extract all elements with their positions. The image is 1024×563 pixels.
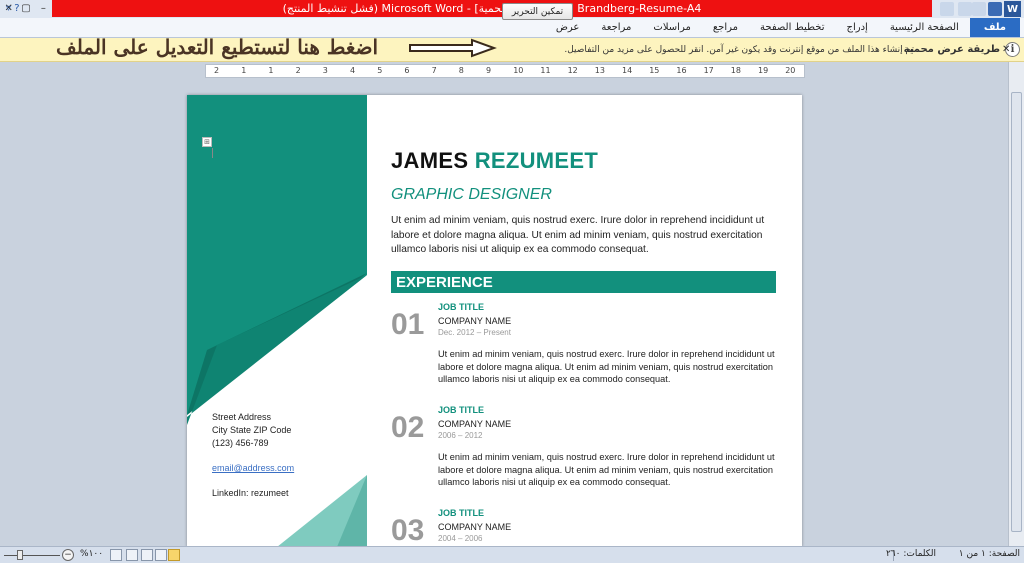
enable-editing-button[interactable]: تمكين التحرير	[502, 3, 573, 20]
window-title: Brandberg-Resume-A4 [طريقة عرض محمية] - …	[52, 0, 932, 17]
job-title: JOB TITLE	[438, 405, 485, 415]
zoom-out-icon[interactable]: −	[62, 549, 74, 561]
word-app-icon: W	[1004, 1, 1021, 17]
ruler-number: 3	[322, 66, 328, 75]
ruler-number: 14	[622, 66, 633, 75]
protected-view-title: طريقة عرض محمية	[903, 44, 1000, 55]
sidebar-decoration	[187, 95, 367, 547]
redo-icon[interactable]	[958, 2, 972, 16]
job-description: Ut enim ad minim veniam, quis nostrud ex…	[438, 452, 775, 487]
tab-page-layout[interactable]: تخطيط الصفحة	[749, 18, 836, 37]
job-title: JOB TITLE	[438, 508, 485, 518]
tab-review[interactable]: مراجعة	[590, 18, 642, 37]
minimize-window-button[interactable]: –	[35, 0, 52, 17]
resume-name: JAMES REZUMEET	[391, 148, 598, 174]
ruler-number: 1	[241, 66, 247, 75]
ruler-number: 6	[404, 66, 410, 75]
word-count[interactable]: الكلمات: ٢٦٠	[886, 549, 936, 559]
resume-role: GRAPHIC DESIGNER	[391, 186, 552, 203]
ruler-number: 16	[676, 66, 687, 75]
undo-icon[interactable]	[972, 2, 986, 16]
ruler-number: 4	[350, 66, 356, 75]
job-company: COMPANY NAME	[438, 522, 512, 532]
job-number: 01	[391, 308, 425, 341]
ruler-number: 9	[486, 66, 492, 75]
last-name: REZUMEET	[474, 148, 599, 173]
vertical-scrollbar[interactable]	[1008, 62, 1024, 546]
job-number: 02	[391, 411, 425, 444]
help-icon[interactable]: ▿ ?	[6, 3, 20, 14]
reading-view-icon[interactable]	[155, 549, 167, 561]
document-page[interactable]: ⊞ Street Address City State ZIP Code (12…	[187, 95, 802, 547]
zoom-slider[interactable]	[4, 555, 60, 556]
ruler-number: 17	[703, 66, 714, 75]
page-indicator[interactable]: الصفحة: ١ من ١	[959, 549, 1020, 559]
tab-mailings[interactable]: مراسلات	[642, 18, 701, 37]
draft-view-icon[interactable]	[110, 549, 122, 561]
resume-summary: Ut enim ad minim veniam, quis nostrud ex…	[391, 215, 765, 255]
job-company: COMPANY NAME	[438, 316, 512, 326]
annotation-arrow-icon	[409, 38, 497, 58]
contact-street: Street Address	[212, 412, 272, 422]
job-company: COMPANY NAME	[438, 419, 512, 429]
ruler-number: 8	[458, 66, 464, 75]
job-number: 03	[391, 514, 425, 547]
ruler-number: 7	[431, 66, 437, 75]
ruler-number: 20	[785, 66, 796, 75]
horizontal-ruler[interactable]: 2 1 1 2 3 4 5 6 7 8 9 10 11 12 13 14 15 16 17 18 19 20	[205, 64, 805, 78]
tab-home[interactable]: الصفحة الرئيسية	[879, 18, 970, 37]
job-dates: Dec. 2012 – Present	[438, 328, 511, 337]
ruler-number: 1	[268, 66, 274, 75]
job-description: Ut enim ad minim veniam, quis nostrud ex…	[438, 349, 775, 384]
contact-phone: (123) 456-789	[212, 438, 269, 448]
zoom-slider-thumb[interactable]	[17, 550, 23, 560]
ruler-number: 5	[377, 66, 383, 75]
tab-insert[interactable]: إدراج	[836, 18, 879, 37]
save-icon[interactable]	[988, 2, 1002, 16]
tab-references[interactable]: مراجع	[702, 18, 749, 37]
first-name: JAMES	[391, 148, 469, 173]
contact-city: City State ZIP Code	[212, 425, 292, 435]
experience-heading: EXPERIENCE	[391, 271, 776, 293]
text-cursor	[212, 148, 213, 158]
contact-linkedin: LinkedIn: rezumeet	[212, 488, 289, 498]
ruler-number: 18	[730, 66, 741, 75]
contact-email-link[interactable]: email@address.com	[212, 463, 294, 473]
ruler-number: 10	[513, 66, 524, 75]
job-dates: 2006 – 2012	[438, 431, 483, 440]
scrollbar-thumb[interactable]	[1011, 92, 1022, 532]
ruler-number: 2	[295, 66, 301, 75]
ruler-number: 19	[758, 66, 769, 75]
job-dates: 2004 – 2006	[438, 534, 483, 543]
ruler-number: 12	[567, 66, 578, 75]
ruler-number: 15	[649, 66, 660, 75]
protected-view-message[interactable]: تم إنشاء هذا الملف من موقع إنترنت وقد يك…	[564, 45, 914, 55]
table-anchor-icon[interactable]: ⊞	[202, 137, 212, 147]
ruler-number: 2	[214, 66, 220, 75]
zoom-level[interactable]: %١٠٠	[80, 549, 103, 559]
web-layout-icon[interactable]	[141, 549, 153, 561]
tab-view[interactable]: عرض	[545, 18, 591, 37]
ruler-number: 11	[540, 66, 551, 75]
maximize-window-button[interactable]: ▢	[17, 0, 34, 17]
ruler-number: 13	[594, 66, 605, 75]
outline-view-icon[interactable]	[126, 549, 138, 561]
customize-toolbar-icon[interactable]	[940, 2, 954, 16]
annotation-text: اضغط هنا لتستطيع التعديل على الملف	[56, 35, 379, 59]
job-title: JOB TITLE	[438, 302, 485, 312]
status-bar: − %١٠٠ الكلمات: ٢٦٠ الصفحة: ١ من ١	[0, 546, 1024, 563]
tab-file[interactable]: ملف	[969, 18, 1020, 37]
close-message-bar-icon[interactable]: ✕	[1002, 44, 1014, 56]
print-layout-icon[interactable]	[168, 549, 180, 561]
